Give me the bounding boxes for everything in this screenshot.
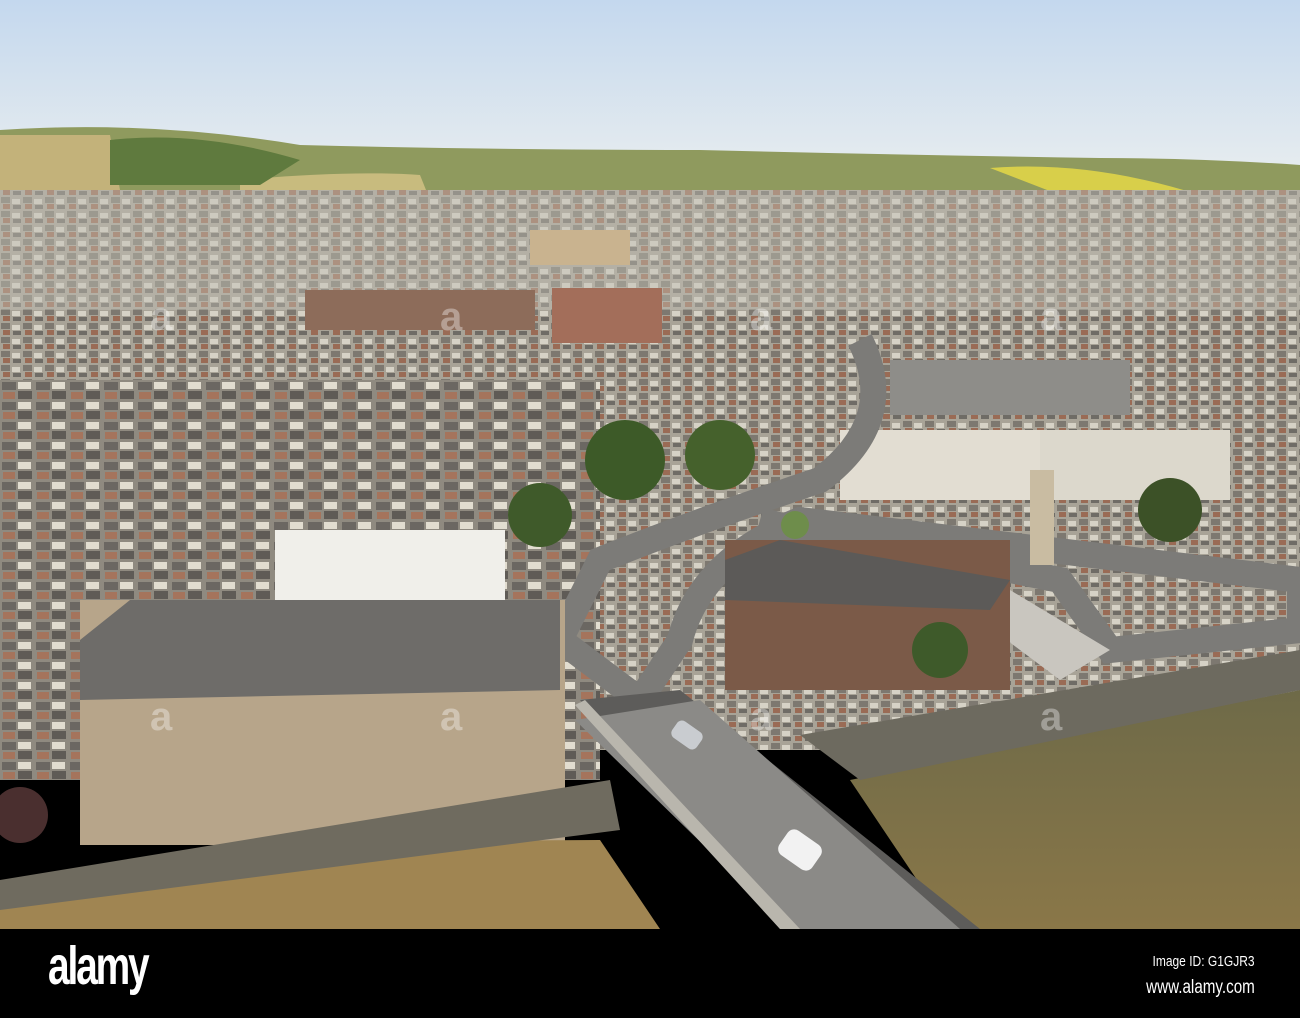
- shopping-centre: [305, 290, 535, 330]
- clock-tower: [1030, 470, 1054, 565]
- svg-text:a: a: [1040, 695, 1063, 739]
- svg-text:a: a: [150, 295, 173, 339]
- watermark-bar: alamy Image ID: G1GJR3 www.alamy.com: [0, 929, 1300, 1018]
- image-id: Image ID: G1GJR3: [1152, 953, 1255, 970]
- website-link: www.alamy.com: [1146, 977, 1255, 998]
- aerial-town-photo: a a a a a a a a: [0, 0, 1300, 929]
- svg-text:a: a: [440, 695, 463, 739]
- stock-photo: a a a a a a a a alamy Image ID: G1GJR3 www.ala…: [0, 0, 1300, 1018]
- alamy-logo: alamy: [48, 936, 150, 996]
- svg-text:a: a: [150, 695, 173, 739]
- svg-text:a: a: [1040, 295, 1063, 339]
- svg-text:a: a: [750, 295, 773, 339]
- roundabout: [781, 511, 809, 539]
- svg-text:a: a: [440, 295, 463, 339]
- svg-text:a: a: [750, 695, 773, 739]
- car-park: [890, 360, 1130, 415]
- fields: [0, 135, 120, 190]
